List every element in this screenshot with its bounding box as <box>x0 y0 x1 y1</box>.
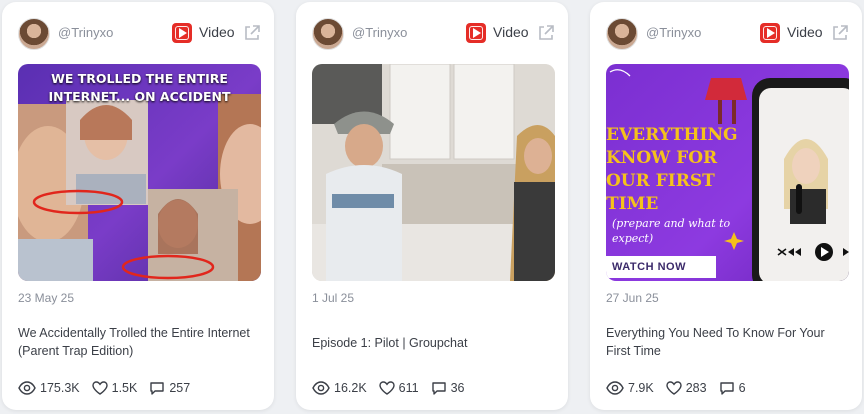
video-thumbnail[interactable]: EVERYTHING KNOW FOR OUR FIRST TIME (prep… <box>606 64 849 281</box>
eye-icon <box>606 381 624 395</box>
comment-icon <box>150 381 165 395</box>
likes-stat: 1.5K <box>91 381 138 395</box>
video-card-1[interactable]: @Trinyxo Video WE TROLLED THE ENTIRE INT… <box>2 2 274 410</box>
external-link-icon[interactable] <box>537 24 555 42</box>
views-count: 175.3K <box>40 381 80 395</box>
thumbnail-subtitle: (prepare and what to expect) <box>612 217 731 245</box>
video-title[interactable]: Everything You Need To Know For Your Fir… <box>606 324 851 360</box>
content-type-label: Video <box>493 24 529 40</box>
engagement-stats: 175.3K 1.5K 257 <box>18 378 264 398</box>
views-stat: 16.2K <box>312 381 367 395</box>
youtube-icon <box>466 23 486 43</box>
comments-stat: 36 <box>431 381 465 396</box>
video-title[interactable]: Episode 1: Pilot | Groupchat <box>312 334 557 352</box>
content-type-label: Video <box>787 24 823 40</box>
youtube-icon <box>172 23 192 43</box>
engagement-stats: 16.2K 611 36 <box>312 378 558 398</box>
avatar[interactable] <box>18 18 50 50</box>
post-date: 1 Jul 25 <box>312 291 355 305</box>
content-type-label: Video <box>199 24 235 40</box>
thumbnail-headline: EVERYTHING KNOW FOR OUR FIRST TIME <box>606 125 738 214</box>
video-thumbnail[interactable]: WE TROLLED THE ENTIRE INTERNET... ON ACC… <box>18 64 261 281</box>
card-header: @Trinyxo Video <box>2 16 274 52</box>
avatar[interactable] <box>606 18 638 50</box>
eye-icon <box>312 381 330 395</box>
views-count: 7.9K <box>628 381 654 395</box>
card-header: @Trinyxo Video <box>590 16 862 52</box>
thumbnail-image <box>312 64 555 281</box>
video-title[interactable]: We Accidentally Trolled the Entire Inter… <box>18 324 263 360</box>
engagement-stats: 7.9K 283 6 <box>606 378 852 398</box>
likes-stat: 283 <box>666 381 707 395</box>
youtube-icon <box>760 23 780 43</box>
heart-icon <box>378 381 395 395</box>
likes-count: 283 <box>685 381 707 395</box>
external-link-icon[interactable] <box>831 24 849 42</box>
likes-stat: 611 <box>378 381 419 395</box>
external-link-icon[interactable] <box>243 24 261 42</box>
username[interactable]: @Trinyxo <box>58 25 113 40</box>
comments-count: 6 <box>738 381 746 395</box>
heart-icon <box>91 381 108 395</box>
eye-icon <box>18 381 36 395</box>
post-date: 23 May 25 <box>18 291 75 305</box>
video-thumbnail[interactable] <box>312 64 555 281</box>
comments-count: 257 <box>169 381 191 395</box>
comments-stat: 6 <box>719 381 746 396</box>
likes-count: 611 <box>398 381 419 395</box>
views-count: 16.2K <box>334 381 367 395</box>
post-date: 27 Jun 25 <box>606 291 659 305</box>
thumbnail-caption: WE TROLLED THE ENTIRE INTERNET... ON ACC… <box>48 71 231 104</box>
comments-count: 36 <box>450 381 465 395</box>
views-stat: 7.9K <box>606 381 654 395</box>
video-card-3[interactable]: @Trinyxo Video EVERYTHING KNOW FOR OUR F… <box>590 2 862 410</box>
avatar[interactable] <box>312 18 344 50</box>
heart-icon <box>666 381 682 395</box>
username[interactable]: @Trinyxo <box>646 25 701 40</box>
card-header: @Trinyxo Video <box>296 16 568 52</box>
views-stat: 175.3K <box>18 381 80 395</box>
likes-count: 1.5K <box>111 381 138 395</box>
watch-now-banner: WATCH NOW <box>606 256 716 278</box>
video-card-2[interactable]: @Trinyxo Video 1 Jul 25 Episode 1: Pilot… <box>296 2 568 410</box>
comments-stat: 257 <box>149 381 190 396</box>
username[interactable]: @Trinyxo <box>352 25 407 40</box>
comment-icon <box>431 381 446 395</box>
comment-icon <box>719 381 734 395</box>
